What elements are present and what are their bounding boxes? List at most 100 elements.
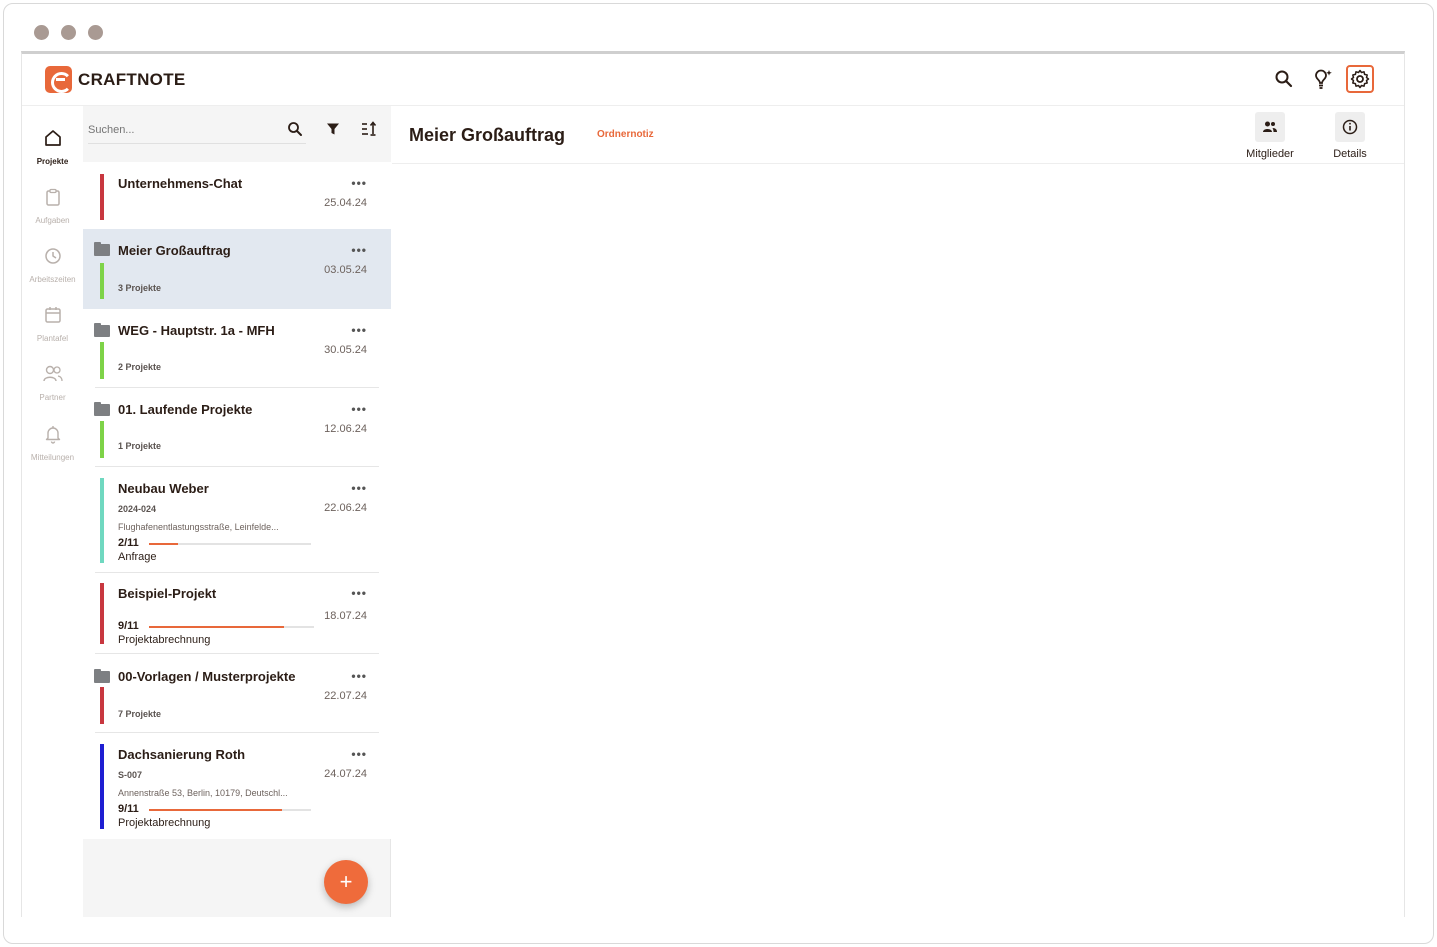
folder-icon xyxy=(94,242,110,256)
people-icon xyxy=(42,365,63,382)
members-button[interactable]: Mitglieder xyxy=(1240,112,1300,160)
rail-label: Projekte xyxy=(36,157,69,166)
project-date: 22.07.24 xyxy=(324,690,367,702)
more-options-icon[interactable]: ••• xyxy=(351,481,367,495)
project-name: Dachsanierung Roth xyxy=(118,747,246,762)
project-address: Annenstraße 53, Berlin, 10179, Deutschl.… xyxy=(118,788,288,798)
progress-fill xyxy=(149,626,285,628)
details-label: Details xyxy=(1333,148,1367,160)
page-title: Meier Großauftrag xyxy=(409,125,566,145)
rail-label: Partner xyxy=(39,393,66,402)
project-address: Flughafenentlastungsstraße, Leinfelde... xyxy=(118,522,279,532)
lightbulb-icon[interactable] xyxy=(1308,65,1336,93)
project-count: 1 Projekte xyxy=(118,441,162,451)
more-options-icon[interactable]: ••• xyxy=(351,747,367,761)
progress-bar xyxy=(149,809,311,811)
more-options-icon[interactable]: ••• xyxy=(351,586,367,600)
folder-icon xyxy=(94,669,110,683)
project-name: 00-Vorlagen / Musterprojekte xyxy=(118,669,296,684)
project-name: Unternehmens-Chat xyxy=(118,176,243,191)
project-detail: Meier Großauftrag Ordnernotiz Mitglieder… xyxy=(392,106,1404,917)
project-name: WEG - Hauptstr. 1a - MFH xyxy=(118,323,275,338)
color-bar xyxy=(100,174,104,220)
clipboard-icon xyxy=(45,188,60,206)
more-options-icon[interactable]: ••• xyxy=(351,669,367,683)
rail-item-projekte[interactable]: Projekte xyxy=(22,128,83,166)
color-bar xyxy=(100,583,104,644)
maximize-dot[interactable] xyxy=(88,25,103,40)
project-date: 03.05.24 xyxy=(324,264,367,276)
search-icon[interactable] xyxy=(1270,65,1298,93)
more-options-icon[interactable]: ••• xyxy=(351,176,367,190)
close-dot[interactable] xyxy=(34,25,49,40)
progress-count: 2/11 xyxy=(118,537,139,549)
project-phase: Anfrage xyxy=(118,551,157,563)
rail-label: Aufgaben xyxy=(35,216,70,225)
minimize-dot[interactable] xyxy=(61,25,76,40)
clock-icon xyxy=(44,248,61,264)
project-name: Beispiel-Projekt xyxy=(118,586,217,601)
info-icon xyxy=(1335,112,1365,142)
add-project-button[interactable]: + xyxy=(324,860,368,904)
details-button[interactable]: Details xyxy=(1320,112,1380,160)
project-item-beispiel-projekt[interactable]: Beispiel-Projekt ••• 18.07.24 9/11 Proje… xyxy=(83,573,391,654)
bell-icon xyxy=(45,426,60,444)
project-count: 7 Projekte xyxy=(118,709,162,719)
project-item-meier-grossauftrag[interactable]: Meier Großauftrag ••• 03.05.24 3 Projekt… xyxy=(83,229,391,309)
search-icon[interactable] xyxy=(284,118,306,140)
project-item-neubau-weber[interactable]: Neubau Weber ••• 22.06.24 2024-024 Flugh… xyxy=(83,467,391,573)
rail-item-aufgaben[interactable]: Aufgaben xyxy=(22,187,83,225)
rail-item-mitteilungen[interactable]: Mitteilungen xyxy=(22,424,83,462)
calendar-icon xyxy=(44,307,61,323)
rail-item-arbeitszeiten[interactable]: Arbeitszeiten xyxy=(22,246,83,284)
project-list-panel: Unternehmens-Chat ••• 25.04.24 Meier Gro… xyxy=(83,106,391,917)
logo-text: CRAFTNOTE xyxy=(78,69,186,89)
app: CRAFTNOTE Projekte Aufgaben Arbeitszeite… xyxy=(21,51,1405,917)
gear-icon[interactable] xyxy=(1346,65,1374,93)
more-options-icon[interactable]: ••• xyxy=(351,243,367,257)
project-item-unternehmens-chat[interactable]: Unternehmens-Chat ••• 25.04.24 xyxy=(83,162,391,229)
project-item-vorlagen[interactable]: 00-Vorlagen / Musterprojekte ••• 22.07.2… xyxy=(83,654,391,733)
project-name: Meier Großauftrag xyxy=(118,243,231,258)
folder-icon xyxy=(94,402,110,416)
logo-icon xyxy=(45,66,72,93)
project-phase: Projektabrechnung xyxy=(118,817,211,829)
sort-icon[interactable] xyxy=(358,118,380,140)
project-item-weg[interactable]: WEG - Hauptstr. 1a - MFH ••• 30.05.24 2 … xyxy=(83,309,391,388)
detail-header: Meier Großauftrag Ordnernotiz Mitglieder… xyxy=(392,106,1404,164)
search-input[interactable] xyxy=(88,116,306,144)
color-bar xyxy=(100,478,104,563)
project-date: 25.04.24 xyxy=(324,197,367,209)
topbar: CRAFTNOTE xyxy=(22,54,1404,106)
members-icon xyxy=(1255,112,1285,142)
members-label: Mitglieder xyxy=(1246,148,1294,160)
project-name: 01. Laufende Projekte xyxy=(118,402,253,417)
search-bar xyxy=(83,106,391,162)
project-name: Neubau Weber xyxy=(118,481,209,496)
more-options-icon[interactable]: ••• xyxy=(351,402,367,416)
project-date: 30.05.24 xyxy=(324,344,367,356)
progress-count: 9/11 xyxy=(118,803,139,815)
logo[interactable]: CRAFTNOTE xyxy=(45,66,186,93)
progress-fill xyxy=(149,809,282,811)
folder-note-link[interactable]: Ordnernotiz xyxy=(597,129,654,140)
project-date: 12.06.24 xyxy=(324,423,367,435)
rail-label: Arbeitszeiten xyxy=(29,275,76,284)
project-date: 24.07.24 xyxy=(324,768,367,780)
project-item-laufende-projekte[interactable]: 01. Laufende Projekte ••• 12.06.24 1 Pro… xyxy=(83,388,391,467)
more-options-icon[interactable]: ••• xyxy=(351,323,367,337)
progress-bar xyxy=(149,543,311,545)
nav-rail: Projekte Aufgaben Arbeitszeiten Plantafe… xyxy=(22,106,83,917)
color-bar xyxy=(100,263,104,299)
color-bar xyxy=(100,342,104,379)
filter-icon[interactable] xyxy=(322,118,344,140)
project-count: 2 Projekte xyxy=(118,362,162,372)
rail-item-plantafel[interactable]: Plantafel xyxy=(22,305,83,343)
project-item-dachsanierung-roth[interactable]: Dachsanierung Roth ••• 24.07.24 S-007 An… xyxy=(83,733,391,839)
project-count: 3 Projekte xyxy=(118,283,162,293)
rail-label: Plantafel xyxy=(36,334,69,343)
rail-label: Mitteilungen xyxy=(30,453,75,462)
rail-item-partner[interactable]: Partner xyxy=(22,364,83,402)
progress-fill xyxy=(149,543,179,545)
home-icon xyxy=(44,130,61,146)
